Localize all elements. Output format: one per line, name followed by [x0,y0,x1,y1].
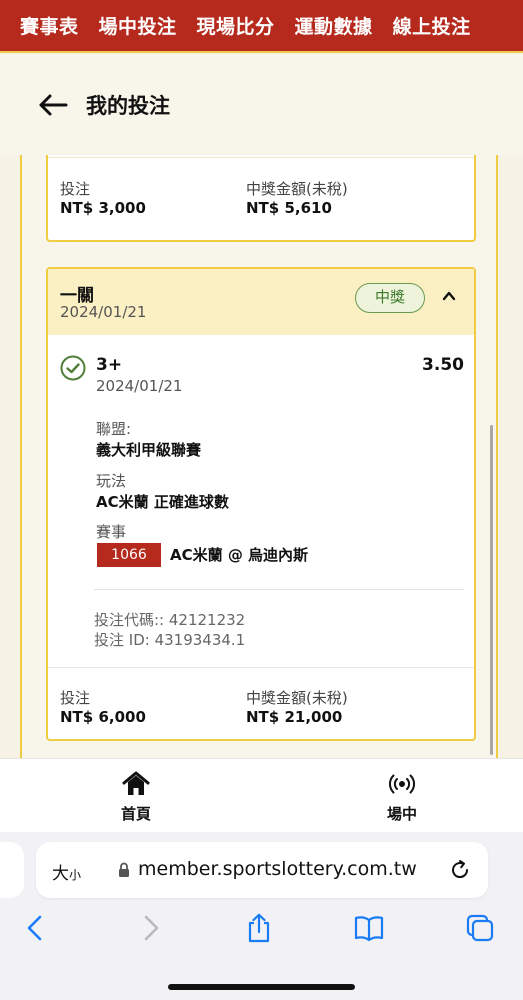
market-label: 玩法 [96,472,127,490]
bottom-tab-bar: 首頁 場中 [0,758,523,832]
bet-date: 2024/01/21 [60,303,147,321]
status-badge: 中獎 [355,283,425,313]
chevron-up-icon[interactable] [442,289,456,303]
event-label: 賽事 [96,523,127,541]
nav-item-live-betting[interactable]: 場中投注 [89,12,187,39]
event-code-badge: 1066 [97,543,161,567]
browser-toolbar: 大小 member.sportslottery.com.tw [0,832,523,1000]
stake-label: 投注 [60,180,91,198]
selection-odds: 3.50 [422,355,464,375]
bets-list[interactable]: 投注 NT$ 3,000 中獎金額(未稅) NT$ 5,610 一關 2024/… [20,155,498,758]
broadcast-icon [389,774,415,794]
bookmarks-icon[interactable] [353,912,385,944]
top-nav: 賽事表 場中投注 現場比分 運動數據 線上投注 [0,0,523,53]
nav-item-sports-data[interactable]: 運動數據 [285,12,383,39]
stake-value: NT$ 6,000 [60,708,146,726]
scrollbar[interactable] [490,425,493,755]
back-arrow-icon[interactable] [38,93,68,117]
reload-icon[interactable] [448,858,472,882]
league-label: 聯盟: [96,420,132,438]
url-text: member.sportslottery.com.tw [138,858,417,880]
payout-value: NT$ 5,610 [246,199,332,217]
address-bar[interactable]: 大小 member.sportslottery.com.tw [36,842,488,898]
payout-label: 中獎金額(未稅) [246,180,348,198]
selection-pick: 3+ [96,355,123,375]
forward-icon[interactable] [134,912,166,944]
tabs-icon[interactable] [464,912,496,944]
bet-summary: 投注 NT$ 3,000 中獎金額(未稅) NT$ 5,610 [60,180,432,218]
check-circle-icon [60,355,86,381]
tab-live[interactable]: 場中 [357,769,447,824]
text-size-button[interactable]: 大小 [52,859,81,884]
league-value: 義大利甲級聯賽 [96,441,202,459]
nav-item-live-scores[interactable]: 現場比分 [187,12,285,39]
payout-value: NT$ 21,000 [246,708,343,726]
tab-home-label: 首頁 [120,805,151,823]
market-value: AC米蘭 正確進球數 [96,493,229,511]
home-icon [122,771,150,795]
divider [94,589,464,590]
divider [48,667,474,668]
selection-date: 2024/01/21 [96,377,183,395]
event-name: AC米蘭 @ 烏迪內斯 [170,546,309,564]
nav-item-schedule[interactable]: 賽事表 [0,12,89,39]
payout-label: 中獎金額(未稅) [246,689,348,707]
bet-card-previous: 投注 NT$ 3,000 中獎金額(未稅) NT$ 5,610 [46,155,476,242]
bet-code: 投注代碼:: 42121232 [94,611,246,629]
page-title: 我的投注 [86,94,170,118]
back-icon[interactable] [20,912,52,944]
divider [48,157,474,158]
bet-card: 一關 2024/01/21 中獎 3+ 3.50 2024/01/21 聯盟: … [46,267,476,741]
stake-value: NT$ 3,000 [60,199,146,217]
page-header: 我的投注 [0,55,523,155]
tab-home[interactable]: 首頁 [91,769,181,824]
bet-id: 投注 ID: 43193434.1 [94,631,246,649]
lock-icon [119,862,129,877]
bet-summary: 投注 NT$ 6,000 中獎金額(未稅) NT$ 21,000 [60,689,432,727]
share-icon[interactable] [243,912,275,944]
nav-item-online-betting[interactable]: 線上投注 [383,12,481,39]
home-indicator [168,984,355,990]
bet-card-header[interactable]: 一關 2024/01/21 中獎 [48,269,474,335]
stake-label: 投注 [60,689,91,707]
previous-tab-preview[interactable] [0,842,24,898]
tab-live-label: 場中 [386,805,417,823]
text-size-big: 大 [52,864,69,884]
text-size-small: 小 [69,868,82,882]
